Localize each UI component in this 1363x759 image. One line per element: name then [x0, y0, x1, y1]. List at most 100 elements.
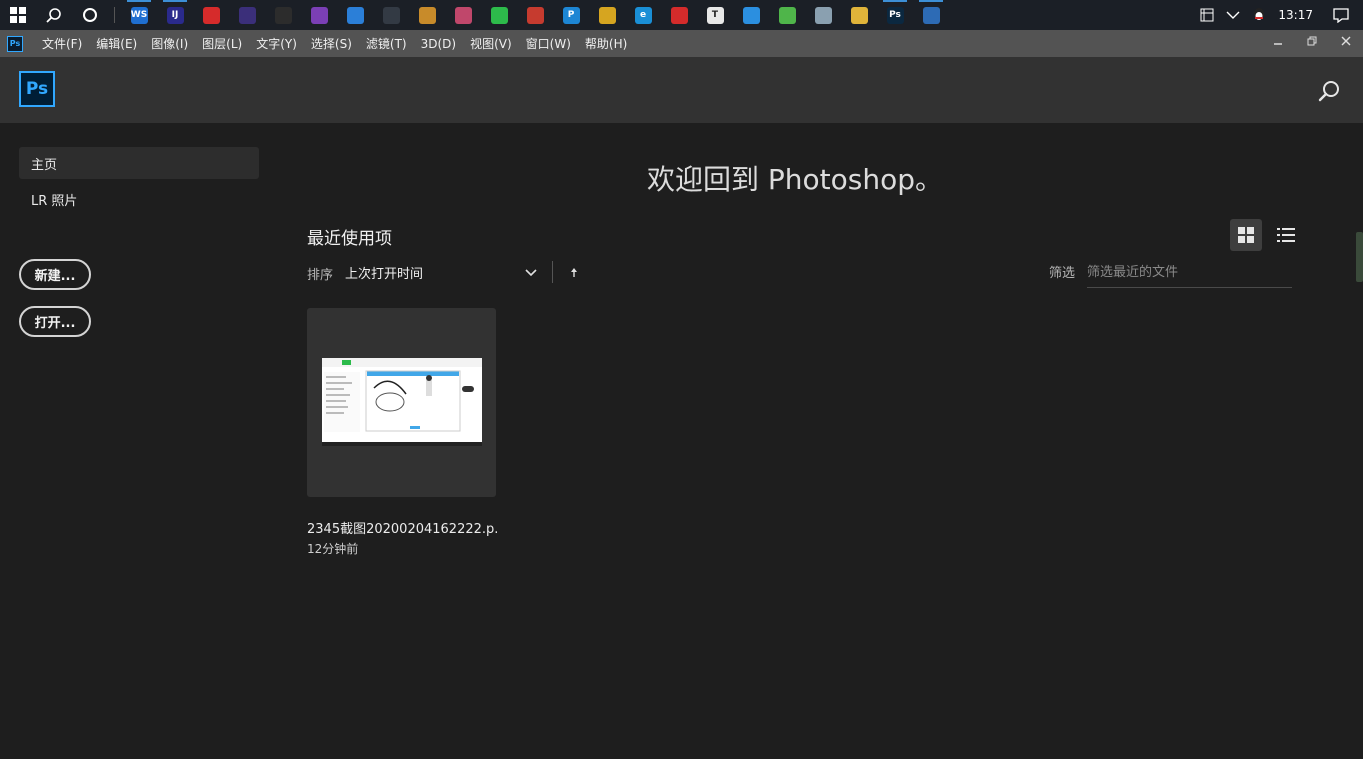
intellij-icon[interactable]: IJ [157, 0, 193, 30]
netease-music-icon[interactable] [661, 0, 697, 30]
restore-button[interactable] [1295, 30, 1329, 52]
home-header: Ps [0, 57, 1363, 123]
vscode-icon[interactable] [733, 0, 769, 30]
system-tray: 13:17 [1194, 0, 1363, 30]
terminal-icon[interactable] [265, 0, 301, 30]
sort-label: 排序 [307, 268, 334, 283]
filter-input[interactable] [1087, 258, 1292, 288]
close-button[interactable] [1329, 30, 1363, 52]
grid-icon [1238, 227, 1254, 243]
taskbar-app-glyph: T [706, 6, 724, 24]
taskbar-app-glyph [814, 6, 832, 24]
wechat-icon[interactable] [481, 0, 517, 30]
qq-tray-icon[interactable] [1246, 0, 1272, 30]
typora-icon[interactable]: T [697, 0, 733, 30]
recent-file-card[interactable] [307, 308, 496, 497]
app-red-icon[interactable] [193, 0, 229, 30]
side-scroll-handle[interactable] [1356, 232, 1363, 282]
app-blue-icon[interactable] [337, 0, 373, 30]
notification-icon[interactable] [1319, 0, 1363, 30]
menu-item[interactable]: 编辑(E) [89, 30, 144, 57]
command-icon[interactable] [373, 0, 409, 30]
grid-view-button[interactable] [1230, 219, 1262, 251]
taskbar-app-glyph [382, 6, 400, 24]
menu-item[interactable]: 图层(L) [195, 30, 249, 57]
taskbar-app-glyph [490, 6, 508, 24]
taskbar-app-glyph [346, 6, 364, 24]
sort-select[interactable]: 上次打开时间 [345, 263, 423, 282]
new-button[interactable]: 新建... [19, 259, 91, 290]
ime-icon[interactable] [1194, 0, 1220, 30]
taskbar-app-glyph: WS [130, 6, 148, 24]
menu-item[interactable]: 文件(F) [35, 30, 89, 57]
search-icon[interactable] [36, 0, 72, 30]
app-flower-icon[interactable] [769, 0, 805, 30]
remote-desktop-icon[interactable] [913, 0, 949, 30]
list-icon [1277, 228, 1295, 242]
home-sidebar: 主页 LR 照片 新建... 打开... [0, 123, 280, 759]
taskbar-app-glyph [742, 6, 760, 24]
taskbar-app-glyph: P [562, 6, 580, 24]
taskbar-app-glyph [526, 6, 544, 24]
taskbar-app-glyph [598, 6, 616, 24]
windows-start-icon[interactable] [0, 0, 36, 30]
ie-icon[interactable]: e [625, 0, 661, 30]
recent-file-name[interactable]: 2345截图20200204162222.p... [307, 518, 497, 537]
file-thumbnail [322, 358, 482, 446]
taskbar-divider [114, 7, 115, 23]
minimize-button[interactable] [1261, 30, 1295, 52]
menu-item[interactable]: 窗口(W) [519, 30, 578, 57]
palette-icon[interactable] [445, 0, 481, 30]
chevron-up-icon[interactable] [1220, 0, 1246, 30]
taskbar-app-glyph [778, 6, 796, 24]
menu-item[interactable]: 图像(I) [144, 30, 195, 57]
sidebar-item-lr-photos[interactable]: LR 照片 [19, 183, 259, 215]
image-viewer-icon[interactable] [805, 0, 841, 30]
app-p-icon[interactable]: P [553, 0, 589, 30]
chevron-down-icon[interactable] [524, 265, 538, 279]
menu-item[interactable]: 视图(V) [463, 30, 519, 57]
eclipse-icon[interactable] [229, 0, 265, 30]
windows-taskbar: WS IJ Pe T Ps 13:17 [0, 0, 1363, 30]
welcome-heading: 欢迎回到 Photoshop。 [646, 163, 943, 196]
qq-icon[interactable] [517, 0, 553, 30]
menu-item[interactable]: 帮助(H) [578, 30, 634, 57]
paint-icon[interactable] [409, 0, 445, 30]
taskbar-app-glyph [274, 6, 292, 24]
photoshop-logo: Ps [19, 71, 55, 107]
filter-label: 筛选 [1049, 266, 1076, 281]
menu-item[interactable]: 3D(D) [414, 30, 463, 57]
sort-divider [552, 261, 553, 283]
taskbar-app-glyph [418, 6, 436, 24]
taskbar-app-glyph: e [634, 6, 652, 24]
photoshop-icon[interactable]: Ps [877, 0, 913, 30]
menu-item[interactable]: 文字(Y) [249, 30, 304, 57]
open-button[interactable]: 打开... [19, 306, 91, 337]
photoshop-menubar: Ps 文件(F) 编辑(E) 图像(I) 图层(L) 文字(Y) 选择(S) 滤镜(T) 3D… [0, 30, 1363, 57]
clock[interactable]: 13:17 [1272, 0, 1319, 30]
taskbar-app-glyph [670, 6, 688, 24]
file-explorer-icon[interactable] [841, 0, 877, 30]
window-controls [1261, 30, 1363, 57]
taskbar-app-glyph [922, 6, 940, 24]
menu-item[interactable]: 选择(S) [304, 30, 359, 57]
taskbar-app-glyph: IJ [166, 6, 184, 24]
taskbar-app-glyph [454, 6, 472, 24]
webstorm-icon[interactable]: WS [121, 0, 157, 30]
photoshop-app-icon[interactable]: Ps [7, 35, 23, 52]
taskbar-app-glyph [202, 6, 220, 24]
taskbar-app-glyph [850, 6, 868, 24]
list-view-button[interactable] [1270, 219, 1302, 251]
recent-file-time: 12分钟前 [307, 542, 359, 556]
taskbar-app-glyph [238, 6, 256, 24]
taskbar-app-glyph: Ps [886, 6, 904, 24]
chrome-icon[interactable] [589, 0, 625, 30]
taskbar-app-glyph [310, 6, 328, 24]
cortana-icon[interactable] [72, 0, 108, 30]
sort-direction-arrow-icon[interactable] [567, 265, 581, 279]
recent-title: 最近使用项 [307, 229, 392, 249]
menu-item[interactable]: 滤镜(T) [359, 30, 414, 57]
app-purple-icon[interactable] [301, 0, 337, 30]
search-icon[interactable] [1317, 79, 1341, 103]
sidebar-item-home[interactable]: 主页 [19, 147, 259, 179]
